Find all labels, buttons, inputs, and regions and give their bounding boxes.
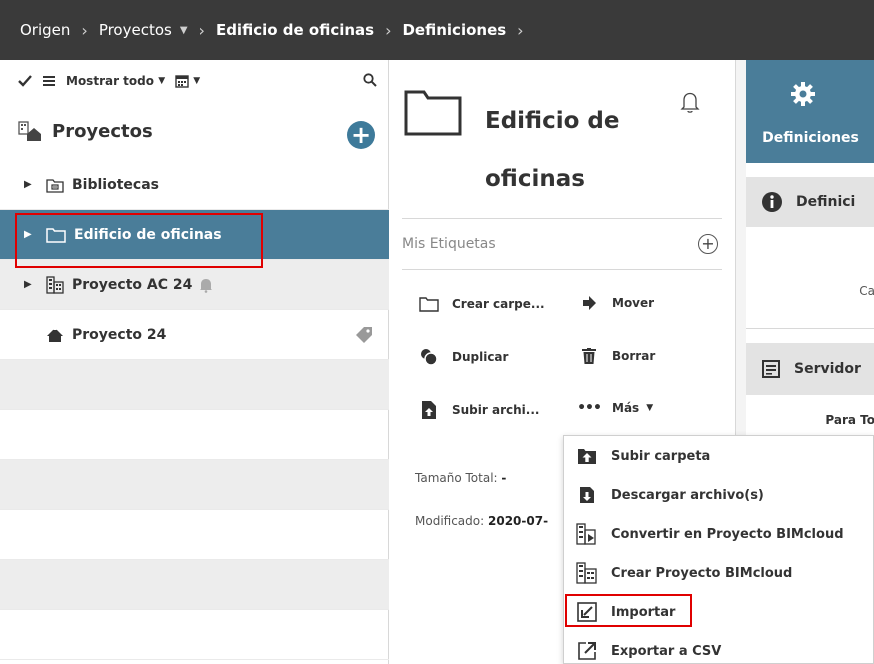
tree-item-bibliotecas[interactable]: ▶ Bibliotecas — [0, 160, 389, 210]
caret-down-icon: ▼ — [193, 76, 201, 86]
tree-item-label: Proyecto AC 24 — [72, 276, 193, 293]
projects-title: Proyectos — [52, 120, 153, 142]
trash-icon — [578, 348, 600, 364]
caret-down-icon: ▼ — [646, 403, 654, 413]
tab-definiciones[interactable]: Definiciones — [746, 60, 874, 163]
tree-empty-row — [0, 560, 389, 610]
export-icon — [574, 641, 600, 661]
delete-button[interactable]: Borrar — [578, 348, 655, 364]
tags-placeholder: Mis Etiquetas — [402, 236, 496, 252]
house-icon — [46, 326, 64, 343]
folder-icon — [418, 296, 440, 312]
breadcrumb-item-definiciones[interactable]: Definiciones — [402, 21, 506, 39]
bell-icon — [198, 277, 214, 293]
upload-file-button[interactable]: Subir archi... — [418, 400, 539, 420]
caret-down-icon[interactable]: ▼ — [180, 25, 188, 36]
breadcrumb-item-edificio[interactable]: Edificio de oficinas — [216, 21, 374, 39]
caret-down-icon: ▼ — [158, 76, 166, 86]
tags-field[interactable]: Mis Etiquetas + — [402, 218, 722, 270]
breadcrumb-item-origen[interactable]: Origen — [20, 21, 70, 39]
tree-empty-row — [0, 510, 389, 560]
duplicate-icon — [418, 348, 440, 366]
selection-highlight — [15, 213, 263, 268]
total-size: Tamaño Total: - — [415, 471, 507, 485]
info-icon — [762, 192, 782, 212]
folder-large-icon — [404, 88, 462, 136]
tab-label: Definiciones — [762, 130, 859, 146]
expand-arrow-icon[interactable]: ▶ — [24, 279, 36, 290]
tag-icon[interactable] — [355, 326, 373, 344]
more-actions-menu: Subir carpeta Descargar archivo(s) Conve… — [563, 435, 874, 664]
tree-item-label: Bibliotecas — [72, 176, 159, 193]
panel-spacer — [746, 329, 874, 343]
menu-item-descargar[interactable]: Descargar archivo(s) — [564, 476, 874, 514]
projects-icon — [18, 120, 42, 142]
duplicate-button[interactable]: Duplicar — [418, 348, 508, 366]
download-icon — [574, 486, 600, 504]
section-servidor[interactable]: Servidor — [746, 343, 874, 395]
folder-title: Edificio de oficinas — [485, 108, 620, 192]
add-project-button[interactable]: + — [347, 121, 375, 149]
menu-item-exportar-csv[interactable]: Exportar a CSV — [564, 632, 874, 664]
show-all-dropdown[interactable]: Mostrar todo ▼ — [66, 74, 165, 88]
library-icon — [46, 177, 64, 193]
convert-project-icon — [574, 523, 600, 545]
tree-empty-row — [0, 460, 389, 510]
more-dots-icon: ••• — [577, 400, 602, 416]
upload-file-icon — [418, 400, 440, 420]
tree-toolbar: Mostrar todo ▼ ▼ — [0, 60, 389, 102]
tree-empty-row — [0, 610, 389, 660]
tree-empty-row — [0, 410, 389, 460]
projects-header: Proyectos + — [0, 102, 389, 160]
breadcrumb-separator: › — [385, 20, 392, 40]
breadcrumb-separator: › — [517, 20, 524, 40]
arrow-right-icon — [578, 296, 600, 310]
check-icon[interactable] — [18, 75, 32, 87]
modified-date: Modificado: 2020-07- — [415, 514, 549, 528]
expand-arrow-icon[interactable]: ▶ — [24, 179, 36, 190]
building-icon — [46, 275, 64, 294]
menu-item-crear-proyecto[interactable]: Crear Proyecto BIMcloud — [564, 554, 874, 592]
section-definiciones[interactable]: Definici — [746, 177, 874, 227]
server-icon — [762, 360, 780, 378]
menu-item-subir-carpeta[interactable]: Subir carpeta — [564, 437, 874, 475]
section-definiciones-body: Ca — [746, 227, 874, 329]
search-icon[interactable] — [363, 73, 377, 90]
tree-empty-row — [0, 360, 389, 410]
upload-folder-icon — [574, 447, 600, 465]
create-folder-button[interactable]: Crear carpe... — [418, 296, 545, 312]
calendar-icon[interactable]: ▼ — [175, 74, 200, 88]
list-icon[interactable] — [42, 75, 56, 87]
tree-item-label: Proyecto 24 — [72, 326, 167, 343]
breadcrumb-separator: › — [198, 20, 205, 40]
breadcrumb-separator: › — [81, 20, 88, 40]
more-button[interactable]: ••• Más ▼ — [577, 400, 654, 416]
move-button[interactable]: Mover — [578, 296, 654, 310]
menu-item-convertir[interactable]: Convertir en Proyecto BIMcloud — [564, 515, 874, 553]
gear-icon — [791, 82, 815, 110]
import-highlight — [565, 594, 692, 627]
panel-spacer — [746, 163, 874, 177]
add-tag-button[interactable]: + — [698, 234, 718, 254]
bell-icon[interactable] — [680, 90, 700, 118]
project-tree-panel: Mostrar todo ▼ ▼ Proyectos + ▶ Bibliotec… — [0, 60, 389, 664]
create-project-icon — [574, 562, 600, 584]
breadcrumb: Origen › Proyectos ▼ › Edificio de oficin… — [0, 0, 874, 60]
tree-item-proyecto-24[interactable]: Proyecto 24 — [0, 310, 389, 360]
breadcrumb-item-proyectos[interactable]: Proyectos ▼ — [99, 21, 188, 39]
